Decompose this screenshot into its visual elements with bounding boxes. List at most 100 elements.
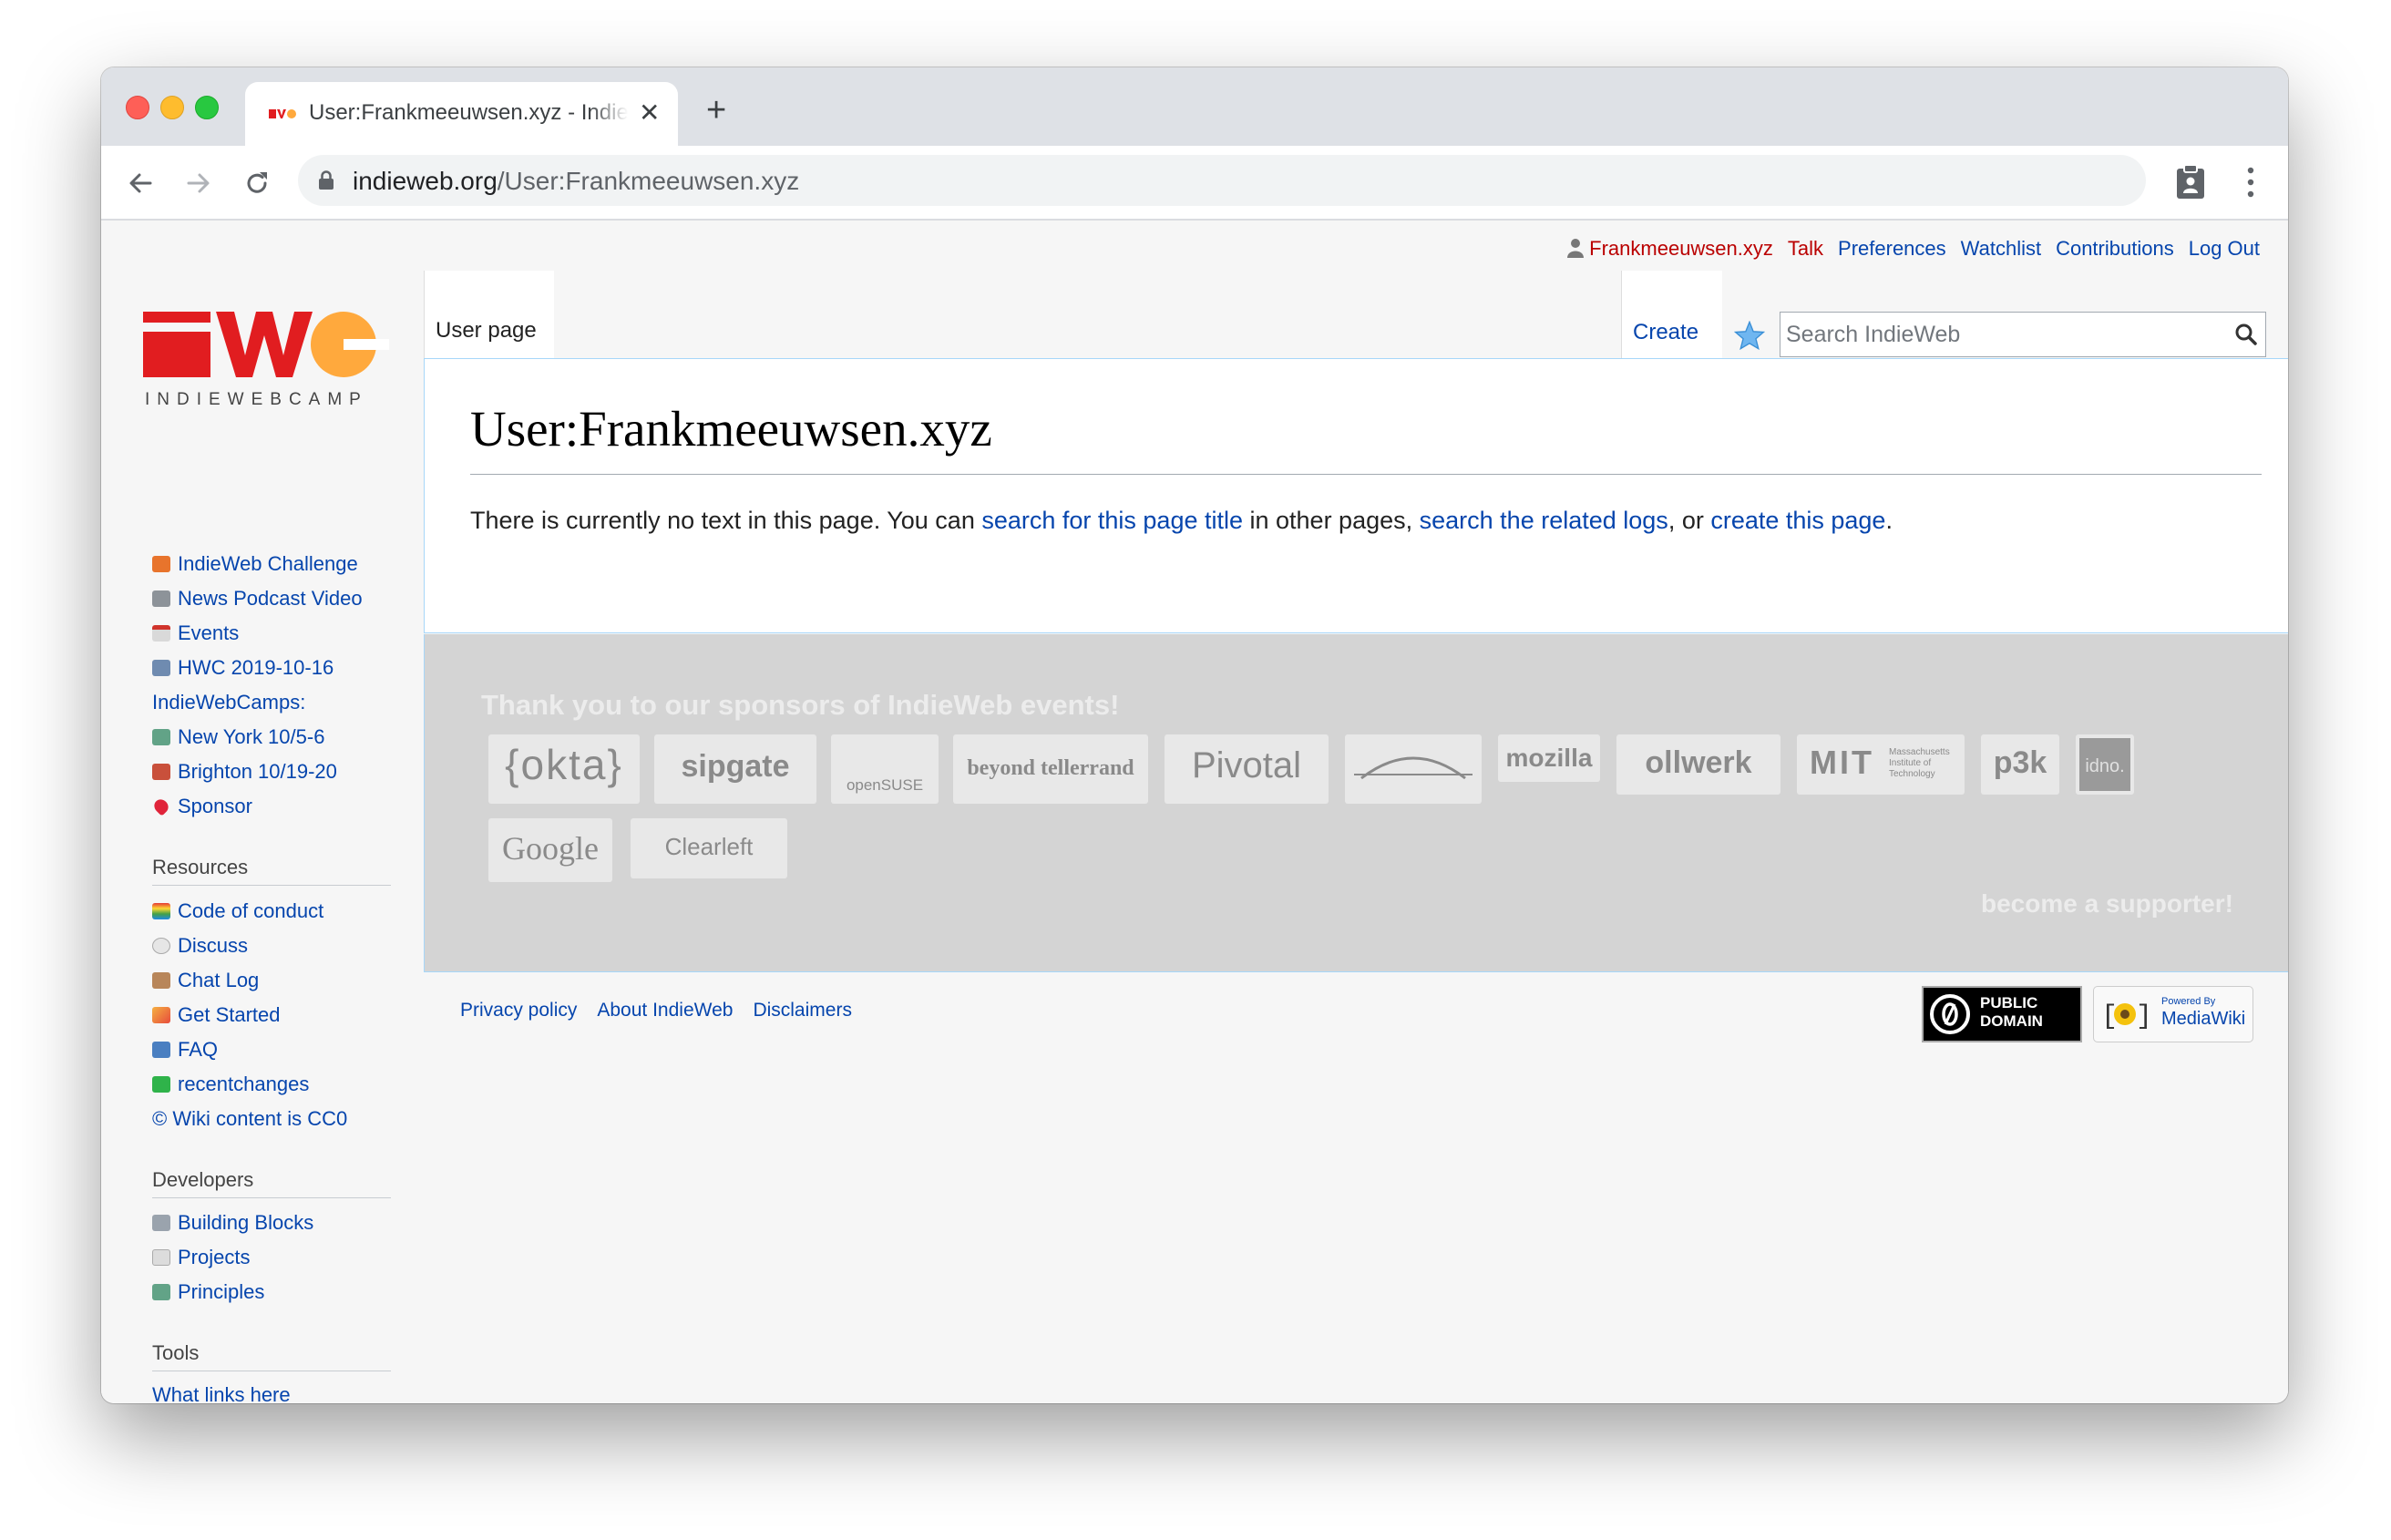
sidebar-item-what-links-here[interactable]: What links here [152,1383,291,1403]
tab-title: User:Frankmeeuwsen.xyz - IndieWeb [309,100,628,125]
sponsor-opensuse-logo[interactable]: openSUSE [831,734,939,804]
public-domain-icon [1930,994,1970,1034]
about-indieweb-link[interactable]: About IndieWeb [597,1000,733,1021]
sponsors-title: Thank you to our sponsors of IndieWeb ev… [481,689,1120,721]
sidebar-item-code-of-conduct[interactable]: Code of conduct [152,899,323,923]
footer-links: Privacy policy About IndieWeb Disclaimers [460,1000,872,1022]
browser-menu-icon[interactable] [2246,166,2255,199]
sidebar-item-discuss[interactable]: Discuss [152,934,248,958]
resources-divider [152,885,391,886]
sponsor-clearleft-logo[interactable]: Clearleft [631,818,787,878]
powered-by-mediawiki-badge[interactable]: [ ] Powered By MediaWiki [2093,986,2253,1042]
mediawiki-sunflower-icon: [ ] [2101,1001,2149,1032]
disclaimers-link[interactable]: Disclaimers [753,1000,852,1021]
sidebar-item-new-york[interactable]: New York 10/5-6 [152,725,324,749]
logo-subtitle: INDIEWEBCAMP [145,390,368,409]
resources-heading: Resources [152,856,249,878]
sponsor-beyond-tellerrand-logo[interactable]: beyond tellerrand [953,734,1148,804]
sponsor-idno-logo[interactable]: idno. [2076,734,2134,795]
statue-icon [152,729,170,745]
sponsor-okta-logo[interactable]: {okta} [488,734,640,804]
gift-icon [152,556,170,572]
sidebar-item-recentchanges[interactable]: recentchanges [152,1073,309,1096]
search-page-title-link[interactable]: search for this page title [981,507,1243,534]
tab-user-page[interactable]: User page [424,271,554,358]
statue-icon [152,1284,170,1300]
web-page: Frankmeeuwsen.xyz Talk Preferences Watchlis… [101,221,2288,1403]
sidebar-item-principles[interactable]: Principles [152,1280,264,1304]
sponsor-mit-logo[interactable]: MIT Massachusetts Institute of Technolog… [1797,734,1965,795]
sidebar-item-faq[interactable]: FAQ [152,1038,218,1062]
scroll-icon [152,972,170,989]
privacy-policy-link[interactable]: Privacy policy [460,1000,577,1021]
reload-icon[interactable] [241,168,272,199]
asterisk-icon [152,1076,170,1093]
lock-icon[interactable] [318,170,334,190]
browser-tab-active[interactable]: User:Frankmeeuwsen.xyz - IndieWeb ✕ [245,82,678,146]
developers-divider [152,1197,391,1198]
sidebar-item-chat-log[interactable]: Chat Log [152,969,259,992]
sidebar-item-projects[interactable]: Projects [152,1246,250,1269]
sidebar-item-hwc[interactable]: HWC 2019-10-16 [152,656,334,680]
page-title: User:Frankmeeuwsen.xyz [470,401,992,457]
tab-close-icon[interactable]: ✕ [639,100,660,126]
sidebar-item-building-blocks[interactable]: Building Blocks [152,1211,313,1235]
minimize-window-button[interactable] [160,96,184,119]
forward-arrow-icon[interactable] [183,168,214,199]
preferences-link[interactable]: Preferences [1838,237,1946,260]
sponsor-sipgate-logo[interactable]: sipgate [654,734,816,804]
sidebar-item-sponsor[interactable]: Sponsor [151,795,252,818]
talk-link[interactable]: Talk [1788,237,1823,260]
search-icon[interactable] [2234,323,2258,346]
developers-heading: Developers [152,1168,254,1191]
close-window-button[interactable] [126,96,149,119]
watch-star-icon[interactable] [1734,321,1765,350]
clipboard-extension-icon[interactable] [2175,164,2206,200]
sponsor-p3k-logo[interactable]: p3k [1981,734,2059,795]
indiewebcamp-logo-mark [143,312,391,377]
rainbow-icon [152,903,170,919]
sponsor-pivotal-logo[interactable]: Pivotal [1165,734,1329,804]
calendar-icon [152,625,170,642]
url-text[interactable]: indieweb.org/User:Frankmeeuwsen.xyz [353,167,799,196]
sidebar-item-get-started[interactable]: Get Started [152,1003,281,1027]
search-related-logs-link[interactable]: search the related logs [1420,507,1668,534]
sponsor-mozilla-logo[interactable]: mozilla [1498,734,1600,782]
search-input[interactable]: Search IndieWeb [1780,312,2266,357]
user-link[interactable]: Frankmeeuwsen.xyz [1589,237,1773,260]
create-page-link[interactable]: create this page [1710,507,1885,534]
back-arrow-icon[interactable] [125,168,156,199]
sidebar-item-brighton[interactable]: Brighton 10/19-20 [152,760,337,784]
user-icon [1567,239,1585,258]
sponsors-section: Thank you to our sponsors of IndieWeb ev… [424,634,2288,972]
page-icon [152,1249,170,1266]
tab-create[interactable]: Create [1621,271,1722,358]
sidebar-item-cc0[interactable]: © Wiki content is CC0 [152,1107,347,1131]
newspaper-icon [152,590,170,607]
browser-toolbar: indieweb.org/User:Frankmeeuwsen.xyz [101,146,2288,221]
new-tab-button[interactable]: + [706,93,726,128]
logout-link[interactable]: Log Out [2189,237,2260,260]
sponsor-google-logo[interactable]: Google [488,818,612,882]
people-icon [152,660,170,676]
search-placeholder: Search IndieWeb [1786,322,1961,347]
party-popper-icon [152,1007,170,1023]
sidebar-item-indieweb-challenge[interactable]: IndieWeb Challenge [152,552,358,576]
sidebar-item-news[interactable]: News Podcast Video [152,587,363,611]
mit-wordmark: MIT [1810,744,1874,781]
address-bar[interactable]: indieweb.org/User:Frankmeeuwsen.xyz [298,155,2146,206]
maximize-window-button[interactable] [195,96,219,119]
sidebar-item-indiewebcamps[interactable]: IndieWebCamps: [152,691,305,714]
become-supporter-link[interactable]: become a supporter! [1981,889,2233,919]
speech-bubble-icon [152,938,170,954]
public-domain-badge[interactable]: PUBLIC DOMAIN [1922,986,2082,1042]
sidebar-item-events[interactable]: Events [152,621,239,645]
contributions-link[interactable]: Contributions [2056,237,2174,260]
indiewebcamp-logo[interactable]: INDIEWEBCAMP [143,312,391,430]
info-icon [152,1042,170,1058]
sponsor-ollwerk-logo[interactable]: ollwerk [1616,734,1780,795]
watchlist-link[interactable]: Watchlist [1961,237,2041,260]
title-divider [470,474,2262,475]
sponsor-bridge-logo[interactable] [1345,734,1482,804]
bridge-icon [1354,756,1473,780]
